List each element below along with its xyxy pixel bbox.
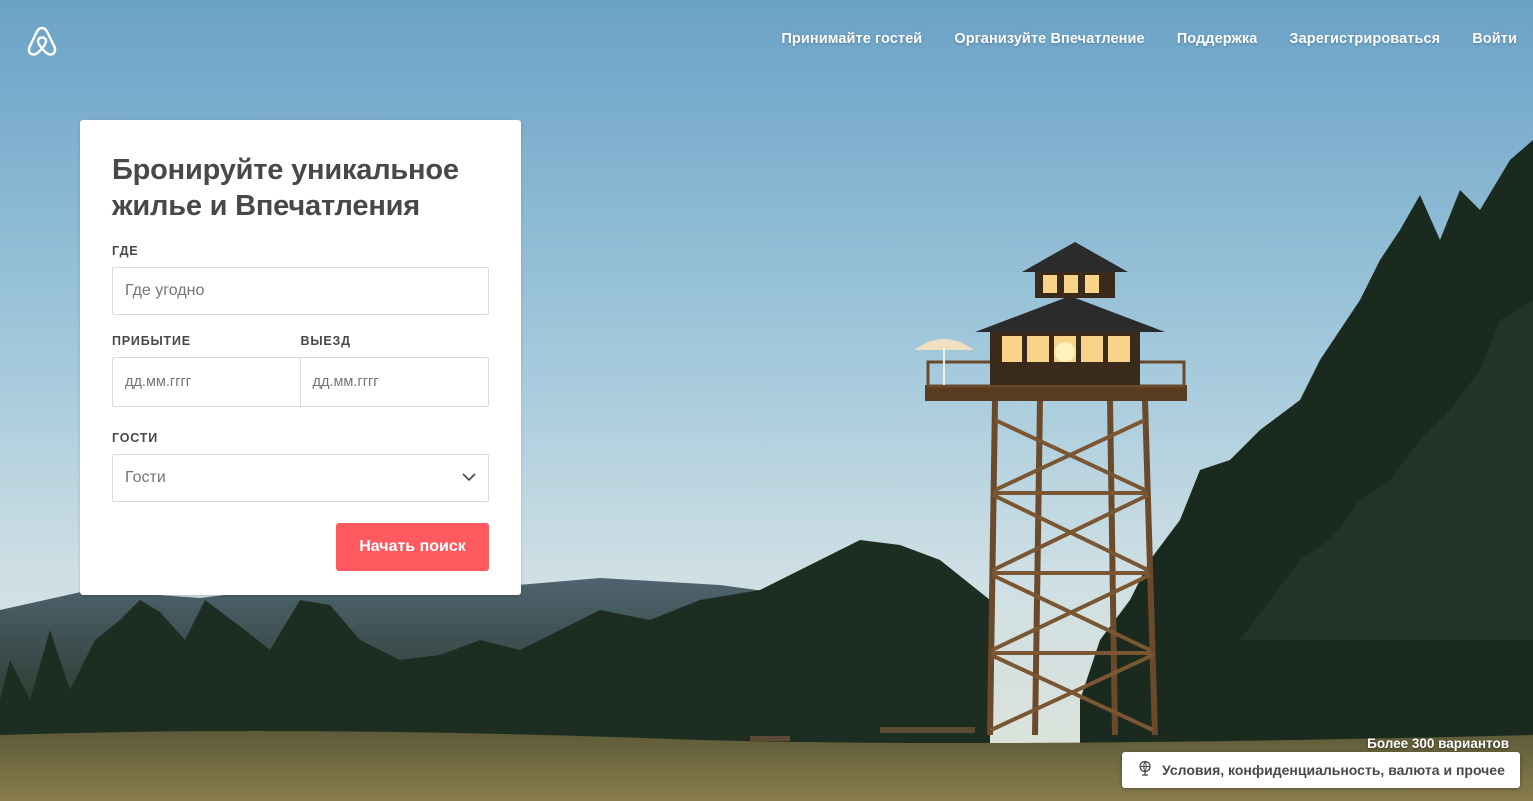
where-label: Где — [112, 244, 139, 258]
checkout-group: Выезд дд.мм.гггг — [300, 334, 489, 407]
guests-label: Гости — [112, 431, 158, 445]
top-nav: Принимайте гостей Организуйте Впечатлени… — [781, 31, 1517, 47]
checkin-label: Прибытие — [112, 334, 191, 348]
search-card: Бронируйте уникальное жилье и Впечатлени… — [80, 120, 521, 595]
airbnb-logo-icon[interactable] — [26, 24, 58, 58]
nav-sign-up[interactable]: Зарегистрироваться — [1289, 31, 1440, 47]
terms-button[interactable]: Условия, конфиденциальность, валюта и пр… — [1122, 752, 1520, 788]
listings-count: Более 300 вариантов — [1367, 736, 1509, 751]
search-button[interactable]: Начать поиск — [336, 523, 489, 571]
nav-host[interactable]: Принимайте гостей — [781, 31, 922, 47]
globe-icon — [1138, 760, 1152, 781]
chevron-down-icon — [462, 469, 476, 487]
nav-host-experience[interactable]: Организуйте Впечатление — [954, 31, 1144, 47]
checkin-input[interactable]: дд.мм.гггг — [112, 357, 301, 407]
nav-help[interactable]: Поддержка — [1177, 31, 1258, 47]
checkout-input[interactable]: дд.мм.гггг — [300, 357, 489, 407]
search-title: Бронируйте уникальное жилье и Впечатлени… — [112, 154, 459, 222]
dates-row: Прибытие дд.мм.гггг Выезд дд.мм.гггг — [112, 334, 489, 407]
checkout-label: Выезд — [300, 334, 351, 348]
terms-label: Условия, конфиденциальность, валюта и пр… — [1162, 762, 1505, 778]
guests-select[interactable]: Гости — [112, 454, 489, 502]
checkin-group: Прибытие дд.мм.гггг — [112, 334, 301, 407]
where-input[interactable]: Где угодно — [112, 267, 489, 315]
nav-log-in[interactable]: Войти — [1472, 31, 1517, 47]
guests-value: Гости — [125, 469, 166, 486]
